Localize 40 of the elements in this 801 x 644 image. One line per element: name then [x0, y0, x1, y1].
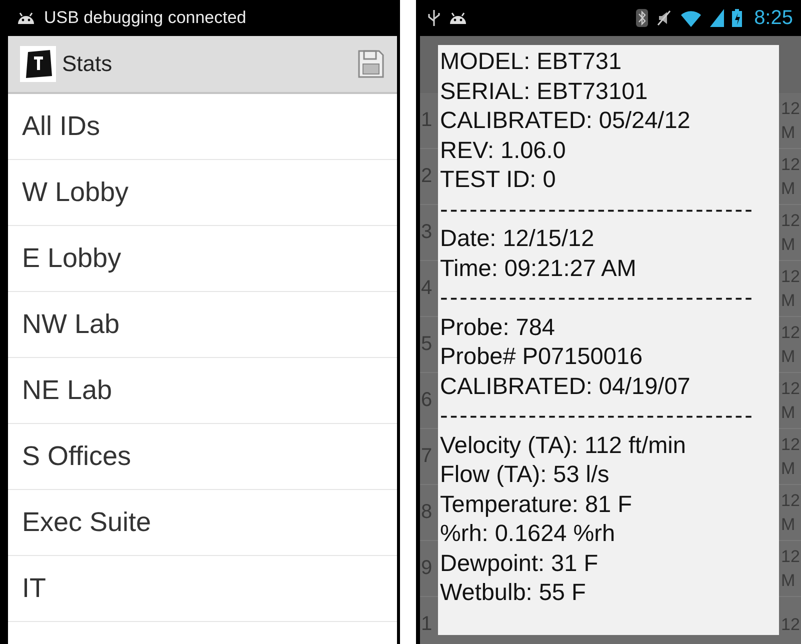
screen-title: Stats: [62, 51, 112, 77]
detail-line: Dewpoint: 31 F: [440, 548, 600, 578]
list-item[interactable]: S Offices: [8, 424, 397, 490]
detail-line: Time: 09:21:27 AM: [440, 254, 638, 282]
detail-line: %rh: 0.1624 %rh: [440, 519, 616, 548]
clock: 8:25: [754, 6, 793, 30]
signal-icon: [710, 9, 724, 27]
separator-line: --------------------------------: [440, 194, 756, 224]
detail-line: TEST ID: 0: [440, 165, 557, 194]
detail-line: CALIBRATED: 04/19/07: [440, 372, 692, 400]
list-item[interactable]: All IDs: [8, 94, 397, 160]
detail-line: Temperature: 81 F: [440, 490, 634, 519]
status-notification: USB debugging connected: [44, 8, 246, 28]
detail-line: Wetbulb: 55 F: [440, 578, 587, 607]
battery-icon: [732, 9, 742, 27]
muted-icon: [656, 9, 672, 27]
list-item[interactable]: IT: [8, 556, 397, 622]
save-icon[interactable]: [357, 49, 385, 79]
detail-line: REV: 1.06.0: [440, 136, 567, 164]
detail-line: Date: 12/15/12: [440, 224, 596, 253]
list-item[interactable]: E Lobby: [8, 226, 397, 292]
separator-line: --------------------------------: [440, 401, 756, 430]
list-item[interactable]: Exec Suite: [8, 490, 397, 556]
separator-line: --------------------------------: [440, 283, 756, 312]
wifi-icon: [680, 9, 702, 27]
detail-line: SERIAL: EBT73101: [440, 76, 649, 106]
android-icon: [448, 11, 468, 25]
detail-line: Flow (TA): 53 l/s: [440, 460, 610, 489]
usb-icon: [428, 9, 440, 27]
detail-line: MODEL: EBT731: [440, 47, 623, 76]
app-logo-icon: [20, 46, 56, 82]
detail-line: Probe: 784: [440, 312, 556, 342]
list-item[interactable]: W Lobby: [8, 160, 397, 226]
bluetooth-icon: [636, 9, 648, 27]
detail-line: CALIBRATED: 05/24/12: [440, 106, 692, 135]
list-item[interactable]: NW Lab: [8, 292, 397, 358]
android-icon: [16, 11, 36, 25]
detail-line: Velocity (TA): 112 ft/min: [440, 430, 687, 460]
detail-line: Probe# P07150016: [440, 342, 644, 371]
list-item[interactable]: NE Lab: [8, 358, 397, 424]
